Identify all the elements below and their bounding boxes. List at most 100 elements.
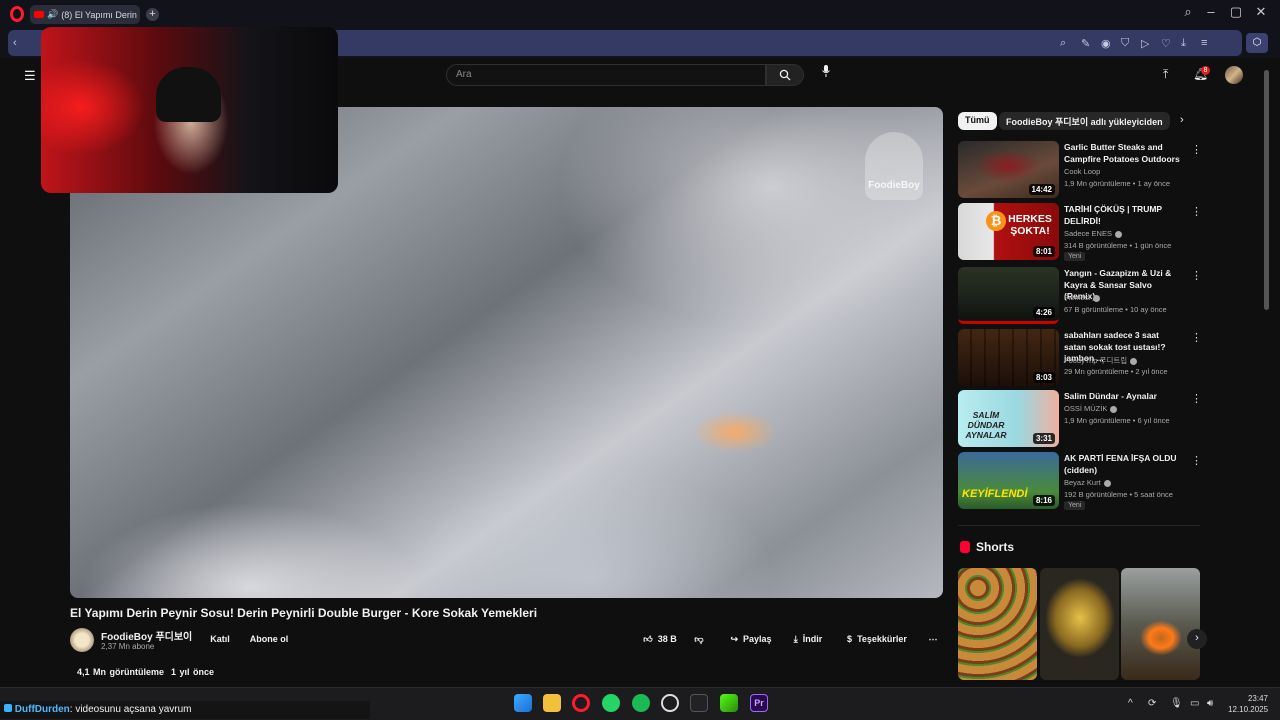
chips-next-chevron-icon[interactable]: ›: [1180, 114, 1184, 126]
browser-tab[interactable]: 🔊 (8) El Yapımı Derin Pey: [30, 5, 140, 24]
dislike-button[interactable]: 👎︎: [688, 629, 710, 649]
search-tabs-icon[interactable]: ⌕: [1178, 4, 1198, 20]
recommendation-item[interactable]: ₿ HERKES ŞOKTA! 8:01 TARİHİ ÇÖKÜŞ | TRUM…: [958, 203, 1203, 261]
download-icon[interactable]: ⤓: [1181, 37, 1186, 50]
more-options-icon[interactable]: ⋮: [1191, 143, 1202, 156]
recommendation-item[interactable]: KEYİFLENDİ 8:16 AK PARTİ FENA İFŞA OLDU …: [958, 452, 1203, 510]
recommendation-title[interactable]: Garlic Butter Steaks and Campfire Potato…: [1064, 142, 1182, 165]
more-options-icon[interactable]: ⋮: [1191, 269, 1202, 282]
recommendation-item[interactable]: 8:03 sabahları sadece 3 saat satan sokak…: [958, 329, 1203, 387]
more-options-icon[interactable]: ⋮: [1191, 331, 1202, 344]
video-duration: 8:01: [1032, 246, 1055, 257]
windows-start-icon[interactable]: [514, 694, 532, 712]
more-options-icon[interactable]: ⋮: [1191, 454, 1202, 467]
recommendation-thumbnail[interactable]: 8:03: [958, 329, 1059, 386]
play-icon[interactable]: ▷: [1141, 37, 1149, 50]
obs-icon[interactable]: [661, 694, 679, 712]
search-button[interactable]: [766, 64, 804, 86]
heart-icon[interactable]: ♡: [1161, 37, 1171, 50]
recommendation-channel[interactable]: Beyaz Kurt: [1064, 478, 1111, 487]
channel-avatar[interactable]: [70, 628, 94, 652]
recommendation-title[interactable]: TARİHİ ÇÖKÜŞ | TRUMP DELİRDİ!: [1064, 204, 1182, 227]
opera-logo-icon[interactable]: [10, 6, 24, 22]
edit-icon[interactable]: ✎: [1081, 37, 1090, 50]
search-icon: [779, 69, 791, 81]
menu-icon[interactable]: ≡: [1201, 37, 1207, 49]
video-duration: 8:16: [1032, 495, 1055, 506]
thanks-button[interactable]: $ Teşekkürler: [842, 629, 912, 649]
join-label: Katıl: [210, 634, 230, 644]
chip-all[interactable]: Tümü: [958, 112, 997, 130]
minimize-button[interactable]: –: [1201, 4, 1221, 19]
download-button[interactable]: ⤓ İndir: [786, 629, 830, 649]
recommendation-channel[interactable]: OSSİ MÜZİK: [1064, 404, 1118, 413]
kick-icon[interactable]: [720, 694, 738, 712]
lens-icon[interactable]: ⌕: [1060, 37, 1066, 50]
verified-icon: [1130, 357, 1138, 365]
video-duration: 4:26: [1032, 307, 1055, 318]
recommendation-item[interactable]: SALİM DÜNDAR AYNALAR 3:31 Salim Dündar -…: [958, 390, 1203, 448]
extensions-icon[interactable]: ⬡: [1246, 33, 1268, 53]
account-avatar[interactable]: [1225, 66, 1243, 84]
views-and-date: 4,1 Mn görüntüleme 1 yıl önce: [77, 667, 214, 677]
shield-icon[interactable]: ⛉: [1121, 37, 1129, 50]
more-actions-button[interactable]: ⋯: [922, 629, 944, 649]
recommendation-thumbnail[interactable]: ₿ HERKES ŞOKTA! 8:01: [958, 203, 1059, 260]
channel-name-text: Fiènlest: [1064, 293, 1091, 302]
opera-taskbar-icon[interactable]: [572, 694, 590, 712]
recommendation-title[interactable]: Salim Dündar - Aynalar: [1064, 391, 1182, 403]
camera-icon[interactable]: ◉: [1101, 37, 1111, 50]
recommendation-item[interactable]: 14:42 Garlic Butter Steaks and Campfire …: [958, 141, 1203, 199]
whatsapp-icon[interactable]: [602, 694, 620, 712]
display-icon[interactable]: ▭: [1190, 698, 1199, 709]
short-thumbnail[interactable]: [1121, 568, 1200, 680]
shorts-next-button[interactable]: ›: [1187, 629, 1207, 649]
scrollbar-thumb[interactable]: [1264, 70, 1269, 310]
recommendation-thumbnail[interactable]: 14:42: [958, 141, 1059, 198]
more-options-icon[interactable]: ⋮: [1191, 205, 1202, 218]
close-window-button[interactable]: ✕: [1251, 4, 1271, 20]
recommendation-meta: 192 B görüntüleme • 5 saat önce: [1064, 490, 1173, 499]
share-button[interactable]: ↪ Paylaş: [724, 629, 778, 649]
terminal-icon[interactable]: [690, 694, 708, 712]
speaker-icon[interactable]: 🔊: [47, 9, 58, 20]
hamburger-menu-icon[interactable]: ☰: [24, 68, 36, 84]
premiere-pro-icon[interactable]: Pr: [750, 694, 768, 712]
recommendation-thumbnail[interactable]: 4:26: [958, 267, 1059, 324]
verified-icon: [1114, 230, 1122, 238]
recommendation-channel[interactable]: FoodyTrip 푸디트립: [1064, 355, 1138, 366]
recommendation-channel[interactable]: Cook Loop: [1064, 167, 1100, 176]
short-thumbnail[interactable]: [1040, 568, 1119, 680]
channel-name[interactable]: FoodieBoy 푸디보이: [101, 628, 192, 643]
more-options-icon[interactable]: ⋮: [1191, 392, 1202, 405]
like-button[interactable]: 👍︎ 38 B: [636, 629, 684, 649]
stream-chat-message: DuffDurden: videosunu açsana yavrum: [0, 701, 370, 719]
recommendation-channel[interactable]: Fiènlest: [1064, 293, 1101, 302]
thanks-label: Teşekkürler: [857, 634, 907, 644]
join-button[interactable]: Katıl: [200, 629, 240, 649]
file-explorer-icon[interactable]: [543, 694, 561, 712]
back-icon[interactable]: ‹: [13, 37, 17, 49]
subscribe-button[interactable]: Abone ol: [244, 629, 294, 649]
sync-icon[interactable]: ⟳: [1148, 698, 1156, 709]
tray-overflow-icon[interactable]: ^: [1128, 698, 1133, 709]
divider: [958, 525, 1200, 526]
search-input[interactable]: Ara: [446, 64, 766, 86]
upload-icon[interactable]: ⤒: [1163, 67, 1168, 82]
recommendation-thumbnail[interactable]: KEYİFLENDİ 8:16: [958, 452, 1059, 509]
new-tab-button[interactable]: +: [146, 8, 159, 21]
tray-mic-icon[interactable]: 🎙︎: [1170, 698, 1183, 709]
clock[interactable]: 23:47 12.10.2025: [1228, 693, 1268, 715]
recommendation-title[interactable]: AK PARTİ FENA İFŞA OLDU (cidden): [1064, 453, 1182, 476]
recommendation-item[interactable]: 4:26 Yangın - Gazapizm & Uzi & Kayra & S…: [958, 267, 1203, 325]
microphone-icon[interactable]: [818, 65, 834, 85]
chip-from-uploader[interactable]: FoodieBoy 푸디보이 adlı yükleyiciden: [999, 112, 1170, 130]
spotify-icon[interactable]: [632, 694, 650, 712]
video-duration: 3:31: [1032, 433, 1055, 444]
recommendation-thumbnail[interactable]: SALİM DÜNDAR AYNALAR 3:31: [958, 390, 1059, 447]
maximize-button[interactable]: ▢: [1226, 4, 1246, 20]
volume-icon[interactable]: 🔊︎: [1207, 698, 1213, 709]
recommendation-channel[interactable]: Sadece ENES: [1064, 229, 1122, 238]
verified-icon: [1103, 479, 1111, 487]
short-thumbnail[interactable]: [958, 568, 1037, 680]
